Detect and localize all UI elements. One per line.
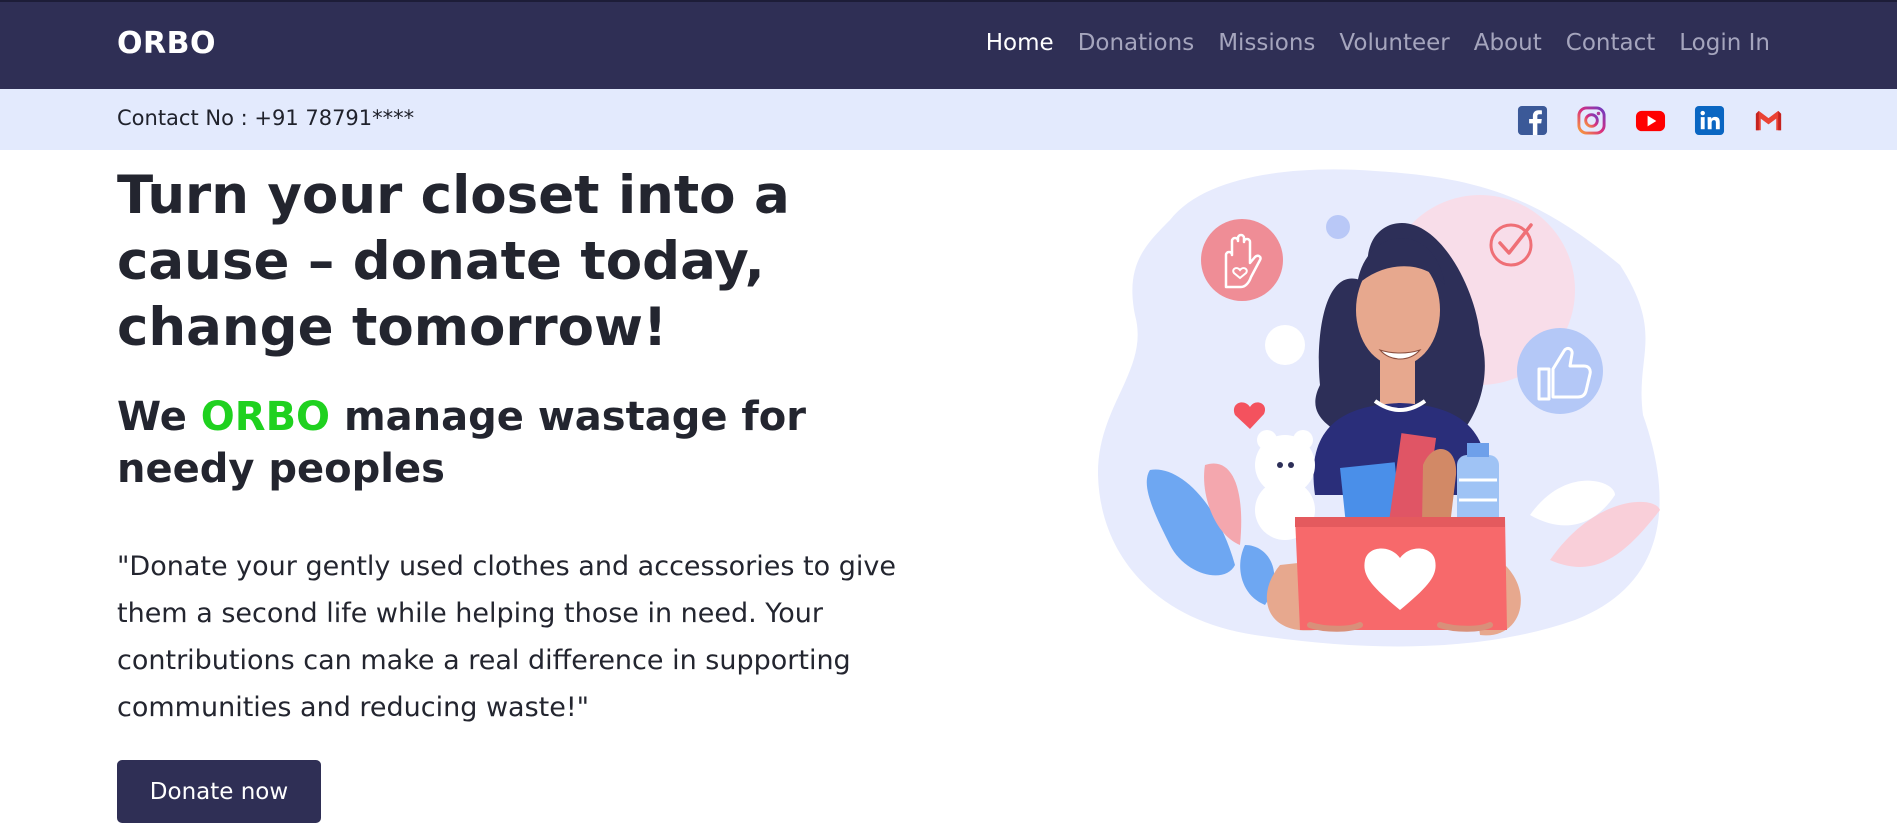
instagram-icon[interactable] xyxy=(1576,105,1607,136)
nav-donations[interactable]: Donations xyxy=(1078,30,1195,56)
donation-illustration xyxy=(1097,169,1660,647)
subtitle-prefix: We xyxy=(117,394,187,440)
thumbs-up-icon xyxy=(1517,328,1603,414)
nav-missions[interactable]: Missions xyxy=(1218,30,1315,56)
hero-title: Turn your closet into a cause – donate t… xyxy=(117,165,790,358)
contact-number: Contact No : +91 78791**** xyxy=(117,106,415,130)
linkedin-icon[interactable] xyxy=(1694,105,1725,136)
social-links xyxy=(1517,105,1812,136)
hero-quote: "Donate your gently used clothes and acc… xyxy=(117,551,896,723)
nav-menu: Home Donations Missions Volunteer About … xyxy=(962,30,1770,56)
gmail-icon[interactable] xyxy=(1753,105,1784,136)
nav-contact[interactable]: Contact xyxy=(1566,30,1655,56)
donation-box xyxy=(1295,517,1507,630)
subtitle-brand: ORBO xyxy=(200,394,331,440)
nav-volunteer[interactable]: Volunteer xyxy=(1339,30,1449,56)
youtube-icon[interactable] xyxy=(1635,105,1666,136)
nav-home[interactable]: Home xyxy=(986,30,1054,56)
water-bottle xyxy=(1457,443,1499,530)
facebook-icon[interactable] xyxy=(1517,105,1548,136)
hand-heart-icon xyxy=(1201,219,1283,301)
brand-logo[interactable]: ORBO xyxy=(117,26,216,61)
donate-now-button[interactable]: Donate now xyxy=(117,760,321,823)
nav-login[interactable]: Login In xyxy=(1679,30,1770,56)
bread-loaf xyxy=(1422,448,1457,525)
white-dot xyxy=(1265,325,1305,365)
hero-subtitle: We ORBO manage wastage for needy peoples xyxy=(117,391,837,495)
nav-about[interactable]: About xyxy=(1474,30,1542,56)
navbar: ORBO Home Donations Missions Volunteer A… xyxy=(0,0,1897,89)
small-blue-dot xyxy=(1326,215,1350,239)
